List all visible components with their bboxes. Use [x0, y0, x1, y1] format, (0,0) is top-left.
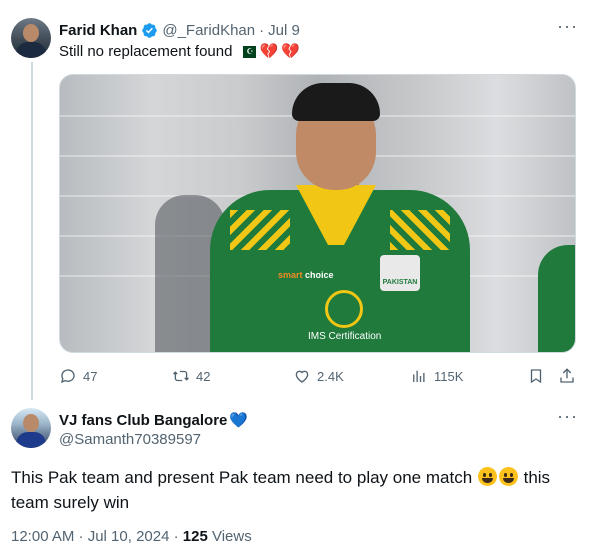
tweet-header: Farid Khan @_FaridKhan · Jul 9 — [59, 20, 300, 40]
author-handle[interactable]: @_FaridKhan — [162, 22, 255, 39]
reply-text-part1: This Pak team and present Pak team need … — [11, 468, 477, 487]
jersey-sponsor: smart choice — [278, 270, 334, 280]
jersey-stripe-right — [390, 210, 450, 250]
avatar-body — [16, 432, 46, 448]
reply-author-avatar[interactable] — [11, 408, 51, 448]
reply-icon — [61, 369, 75, 384]
heart-icon — [295, 370, 309, 383]
more-options-icon[interactable]: ··· — [557, 407, 577, 430]
retweet-icon — [173, 370, 189, 382]
avatar-head — [23, 414, 39, 432]
retweet-count: 42 — [196, 368, 211, 384]
broken-heart-icon: 💔 — [281, 43, 300, 60]
avatar-body — [16, 42, 46, 58]
more-options-icon[interactable]: ··· — [557, 17, 577, 40]
reply-views-label: Views — [207, 528, 252, 545]
thread-connector-line — [31, 62, 33, 400]
tweet-text: Still no replacement found ☪ 💔 💔 — [59, 43, 300, 60]
side-player-jersey — [538, 245, 575, 352]
share-button[interactable] — [558, 367, 576, 385]
reply-views-count: 125 — [182, 528, 208, 545]
views-count: 115K — [434, 368, 464, 384]
reply-header: VJ fans Club Bangalore 💙 — [59, 411, 249, 430]
tweet-text-content: Still no replacement found — [59, 43, 233, 60]
jersey-badge: PAKISTAN — [380, 255, 420, 291]
author-avatar[interactable] — [11, 18, 51, 58]
reply-button[interactable]: 47 — [59, 367, 97, 385]
jersey-cert-text: IMS Certification — [308, 331, 382, 342]
player-hair — [292, 83, 380, 121]
bar-chart-icon — [413, 370, 425, 382]
jersey-stripe-left — [230, 210, 290, 250]
separator-dot: · — [259, 21, 265, 39]
tweet-actions: 47 42 2.4K 115K — [59, 367, 576, 387]
reply-timestamp-row: 12:00 AM · Jul 10, 2024 · 125 Views — [11, 528, 252, 545]
retweet-button[interactable]: 42 — [172, 367, 210, 385]
grinning-face-icon — [498, 467, 518, 486]
broken-heart-icon: 💔 — [259, 43, 279, 60]
tweet-media-image[interactable]: smart choice PAKISTAN IMS Certification — [59, 74, 576, 353]
reply-author-name[interactable]: VJ fans Club Bangalore — [59, 412, 227, 429]
reply-count: 47 — [83, 368, 98, 384]
blue-heart-icon: 💙 — [229, 412, 249, 429]
like-count: 2.4K — [317, 368, 344, 384]
reply-author-handle[interactable]: @Samanth70389597 — [59, 431, 201, 448]
verified-badge-icon — [142, 22, 158, 38]
like-button[interactable]: 2.4K — [293, 367, 344, 385]
share-icon — [560, 368, 574, 383]
grinning-face-icon — [477, 467, 497, 486]
tweet-date[interactable]: Jul 9 — [268, 22, 300, 39]
views-button[interactable]: 115K — [410, 367, 463, 385]
jersey-logo — [325, 290, 363, 328]
avatar-head — [23, 24, 39, 42]
bookmark-icon — [530, 369, 542, 384]
reply-text: This Pak team and present Pak team need … — [11, 465, 571, 515]
reply-timestamp[interactable]: 12:00 AM · Jul 10, 2024 · — [11, 528, 183, 545]
pakistan-flag-icon: ☪ — [239, 45, 257, 58]
bookmark-button[interactable] — [527, 367, 545, 385]
author-name[interactable]: Farid Khan — [59, 22, 137, 39]
